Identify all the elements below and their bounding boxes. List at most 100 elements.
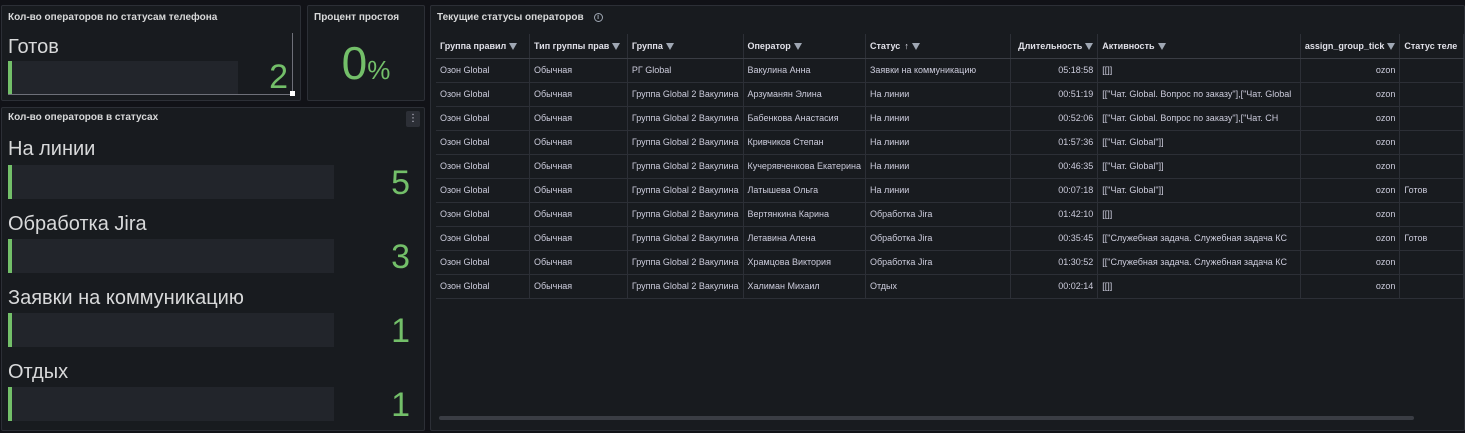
table-cell: [["Чат. Global. Вопрос по заказу"],["Чат… <box>1097 82 1301 107</box>
panel-title: Процент простоя <box>314 12 400 23</box>
table-cell: Готов <box>1399 178 1464 203</box>
table-cell: [["Служебная задача. Служебная задача КС <box>1097 250 1301 275</box>
table-cell: Озон Global <box>436 202 530 227</box>
column-header[interactable]: Оператор <box>743 34 866 59</box>
table-row[interactable]: Озон Global Обычная Группа Global 2 Вакули… <box>436 226 1464 251</box>
stat-label-jira: Обработка Jira <box>8 213 147 235</box>
resize-guide <box>292 33 293 93</box>
stat-bar-fill <box>8 239 12 273</box>
horizontal-scrollbar[interactable] <box>439 416 1414 420</box>
table-cell <box>1399 82 1464 107</box>
filter-icon[interactable] <box>793 42 802 50</box>
stat-label-online: На линии <box>8 138 96 160</box>
column-header[interactable]: Тип группы прав <box>529 34 628 59</box>
column-header-label: Группа правил <box>440 40 507 51</box>
column-header[interactable]: assign_group_tick <box>1300 34 1401 59</box>
phone-status-panel: Кол-во операторов по статусам телефона Г… <box>1 5 301 101</box>
table-body: Озон Global Обычная РГ Global Вакулина Анна… <box>436 58 1464 299</box>
table-cell: Обычная <box>529 154 628 179</box>
table-row[interactable]: Озон Global Обычная Группа Global 2 Вакули… <box>436 130 1464 155</box>
sort-arrow-icon[interactable]: ↑ <box>904 41 909 51</box>
table-cell: [["Чат. Global"]] <box>1097 154 1301 179</box>
idle-percent-number: 0 <box>341 37 368 89</box>
table-cell: ozon <box>1300 250 1401 275</box>
table-cell: Группа Global 2 Вакулина <box>627 178 744 203</box>
stat-bar-rest <box>8 387 334 421</box>
filter-icon[interactable] <box>1085 42 1094 50</box>
stat-bar-requests <box>8 313 334 347</box>
resize-guide <box>8 94 292 95</box>
table-row[interactable]: Озон Global Обычная Группа Global 2 Вакули… <box>436 154 1464 179</box>
column-header[interactable]: Активность <box>1097 34 1301 59</box>
stat-label-requests: Заявки на коммуникацию <box>8 287 244 309</box>
table-cell: Озон Global <box>436 82 530 107</box>
table-cell: На линии <box>865 130 1011 155</box>
table-cell: [[]] <box>1097 58 1301 83</box>
table-cell: Обычная <box>529 226 628 251</box>
column-header-label: Статус теле <box>1404 40 1458 51</box>
column-header-label: Группа <box>631 40 663 51</box>
table-row[interactable]: Озон Global Обычная Группа Global 2 Вакули… <box>436 178 1464 203</box>
operator-status-table: Группа правил Тип группы прав Группа Опе… <box>436 34 1464 299</box>
table-cell: 00:52:06 <box>1010 106 1099 131</box>
resize-handle[interactable] <box>290 91 295 96</box>
table-cell <box>1399 274 1464 299</box>
panel-title: Текущие статусы операторов i <box>437 12 603 23</box>
table-cell: На линии <box>865 106 1011 131</box>
stat-bar-fill <box>8 61 12 95</box>
filter-icon[interactable] <box>509 42 518 50</box>
column-header[interactable]: Группа правил <box>436 34 530 59</box>
table-cell: ozon <box>1300 202 1401 227</box>
table-cell: [["Чат. Global"]] <box>1097 130 1301 155</box>
table-cell: ozon <box>1300 226 1401 251</box>
column-header-label: Статус <box>869 40 901 51</box>
table-cell: Озон Global <box>436 130 530 155</box>
filter-icon[interactable] <box>665 42 674 50</box>
stat-bar-fill <box>8 387 12 421</box>
filter-icon[interactable] <box>911 42 920 50</box>
panel-title-text: Текущие статусы операторов <box>437 12 584 23</box>
table-cell: 00:51:19 <box>1010 82 1099 107</box>
stat-value-requests: 1 <box>391 312 410 350</box>
table-row[interactable]: Озон Global Обычная Группа Global 2 Вакули… <box>436 202 1464 227</box>
table-cell: Халиман Михаил <box>743 274 866 299</box>
column-header[interactable]: Длительность <box>1010 34 1099 59</box>
table-row[interactable]: Озон Global Обычная Группа Global 2 Вакули… <box>436 250 1464 275</box>
stat-bar-online <box>8 165 334 199</box>
table-cell: [["Чат. Global. Вопрос по заказу"],["Чат… <box>1097 106 1301 131</box>
table-cell: Готов <box>1399 226 1464 251</box>
filter-icon[interactable] <box>612 42 621 50</box>
table-cell: Группа Global 2 Вакулина <box>627 82 744 107</box>
table-cell: 00:46:35 <box>1010 154 1099 179</box>
column-header[interactable]: Статус ↑ <box>865 34 1011 59</box>
table-cell <box>1399 202 1464 227</box>
info-icon[interactable]: i <box>593 12 603 22</box>
table-row[interactable]: Озон Global Обычная Группа Global 2 Вакули… <box>436 82 1464 107</box>
table-cell <box>1399 106 1464 131</box>
table-cell: Обработка Jira <box>865 202 1011 227</box>
table-cell: ozon <box>1300 130 1401 155</box>
table-cell: РГ Global <box>627 58 744 83</box>
table-cell: Обработка Jira <box>865 250 1011 275</box>
table-cell: Группа Global 2 Вакулина <box>627 106 744 131</box>
table-cell: 00:07:18 <box>1010 178 1099 203</box>
table-cell: Обычная <box>529 58 628 83</box>
table-row[interactable]: Озон Global Обычная Группа Global 2 Вакули… <box>436 106 1464 131</box>
stat-value-ready: 2 <box>269 58 288 96</box>
column-header[interactable]: Статус теле <box>1399 34 1464 59</box>
table-cell: Обычная <box>529 274 628 299</box>
stat-value-jira: 3 <box>391 238 410 276</box>
column-header[interactable]: Группа <box>627 34 744 59</box>
table-row[interactable]: Озон Global Обычная Группа Global 2 Вакули… <box>436 274 1464 299</box>
column-header-label: Длительность <box>1018 40 1083 51</box>
table-cell: Бабенкова Анастасия <box>743 106 866 131</box>
table-row[interactable]: Озон Global Обычная РГ Global Вакулина Анна… <box>436 58 1464 83</box>
filter-icon[interactable] <box>1387 42 1396 50</box>
table-cell: Группа Global 2 Вакулина <box>627 250 744 275</box>
column-header-label: Тип группы прав <box>534 40 610 51</box>
stat-bar-ready <box>8 61 238 95</box>
table-cell: Группа Global 2 Вакулина <box>627 154 744 179</box>
table-cell: Озон Global <box>436 250 530 275</box>
filter-icon[interactable] <box>1157 42 1166 50</box>
panel-menu-button[interactable]: ⋮ <box>406 111 420 127</box>
